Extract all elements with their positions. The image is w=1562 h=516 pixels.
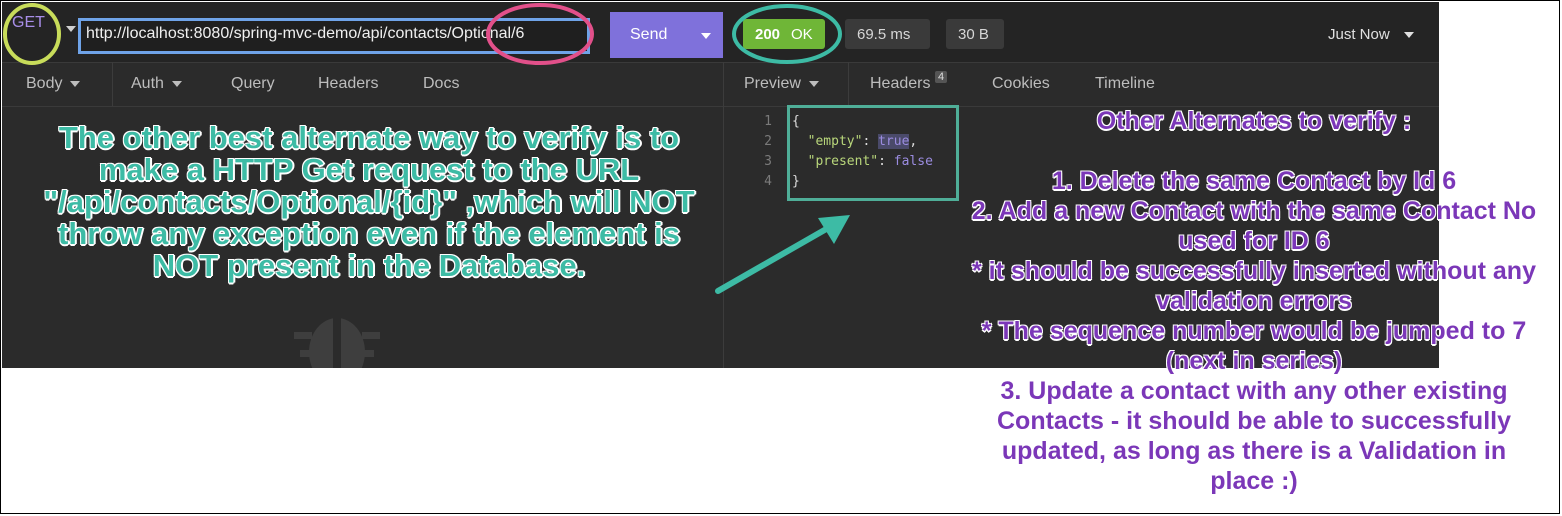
line-number: 1 <box>764 114 772 129</box>
tab-query[interactable]: Query <box>231 75 275 93</box>
tab-response-headers[interactable]: Headers <box>870 75 930 93</box>
annotation-line: validation errors <box>1156 287 1352 315</box>
history-dropdown[interactable]: Just Now <box>1328 26 1390 43</box>
chevron-down-icon[interactable] <box>701 33 711 39</box>
tab-bar: Body Auth Query Headers Docs Preview Hea… <box>2 62 1439 107</box>
annotation-right: Other Alternates to verify : 1. Delete t… <box>948 106 1560 496</box>
chevron-down-icon[interactable] <box>66 26 76 32</box>
line-number: 2 <box>764 134 772 149</box>
method-selector[interactable]: GET <box>12 14 45 32</box>
status-badge: 200 OK <box>743 19 825 49</box>
tab-timeline[interactable]: Timeline <box>1095 75 1155 93</box>
pane-divider[interactable] <box>723 62 724 368</box>
annotation-line: place :) <box>1210 467 1298 495</box>
response-size: 30 B <box>958 26 989 43</box>
tab-cookies[interactable]: Cookies <box>992 75 1050 93</box>
bug-icon <box>294 318 380 368</box>
request-bar: GET http://localhost:8080/spring-mvc-dem… <box>2 2 1439 63</box>
tab-docs[interactable]: Docs <box>423 75 459 93</box>
annotation-heading: Other Alternates to verify : <box>1096 107 1412 135</box>
annotation-line: 2. Add a new Contact with the same Conta… <box>971 197 1537 225</box>
tab-body[interactable]: Body <box>26 75 81 93</box>
tab-divider <box>848 62 849 106</box>
line-number: 3 <box>764 154 772 169</box>
tab-label: Auth <box>131 75 164 92</box>
annotation-line: used for ID 6 <box>1178 227 1330 255</box>
send-label: Send <box>630 26 668 43</box>
chevron-down-icon <box>70 80 81 87</box>
annotation-line: 1. Delete the same Contact by Id 6 <box>1051 167 1457 195</box>
url-text[interactable]: http://localhost:8080/spring-mvc-demo/ap… <box>86 25 524 43</box>
annotation-line: 3. Update a contact with any other exist… <box>1000 377 1508 405</box>
annotation-line: * it should be successfully inserted wit… <box>971 257 1536 285</box>
annotation-line: Contacts - it should be able to successf… <box>997 407 1511 435</box>
response-time-badge: 69.5 ms <box>845 19 930 49</box>
annotation-line: (next in series) <box>1165 347 1343 375</box>
response-size-badge: 30 B <box>946 19 1004 49</box>
tab-preview[interactable]: Preview <box>744 75 819 93</box>
status-text: OK <box>791 26 813 43</box>
tab-headers[interactable]: Headers <box>318 75 378 93</box>
annotation-blank-line <box>948 136 1560 166</box>
chevron-down-icon <box>171 80 182 87</box>
annotation-line: * The sequence number would be jumped to… <box>981 317 1527 345</box>
headers-count-badge: 4 <box>935 71 948 83</box>
chevron-down-icon[interactable] <box>1404 32 1414 38</box>
json-highlight-box <box>787 105 959 201</box>
tab-label: Preview <box>744 75 801 92</box>
tab-label: Body <box>26 75 63 92</box>
line-number: 4 <box>764 174 772 189</box>
chevron-down-icon <box>808 80 819 87</box>
status-code: 200 <box>755 26 781 43</box>
response-time: 69.5 ms <box>857 26 911 43</box>
tab-auth[interactable]: Auth <box>131 75 182 93</box>
annotation-line: updated, as long as there is a Validatio… <box>1001 437 1507 465</box>
annotation-left: The other best alternate way to verify i… <box>43 120 695 283</box>
send-button[interactable]: Send <box>610 12 723 58</box>
tab-divider <box>112 62 113 106</box>
